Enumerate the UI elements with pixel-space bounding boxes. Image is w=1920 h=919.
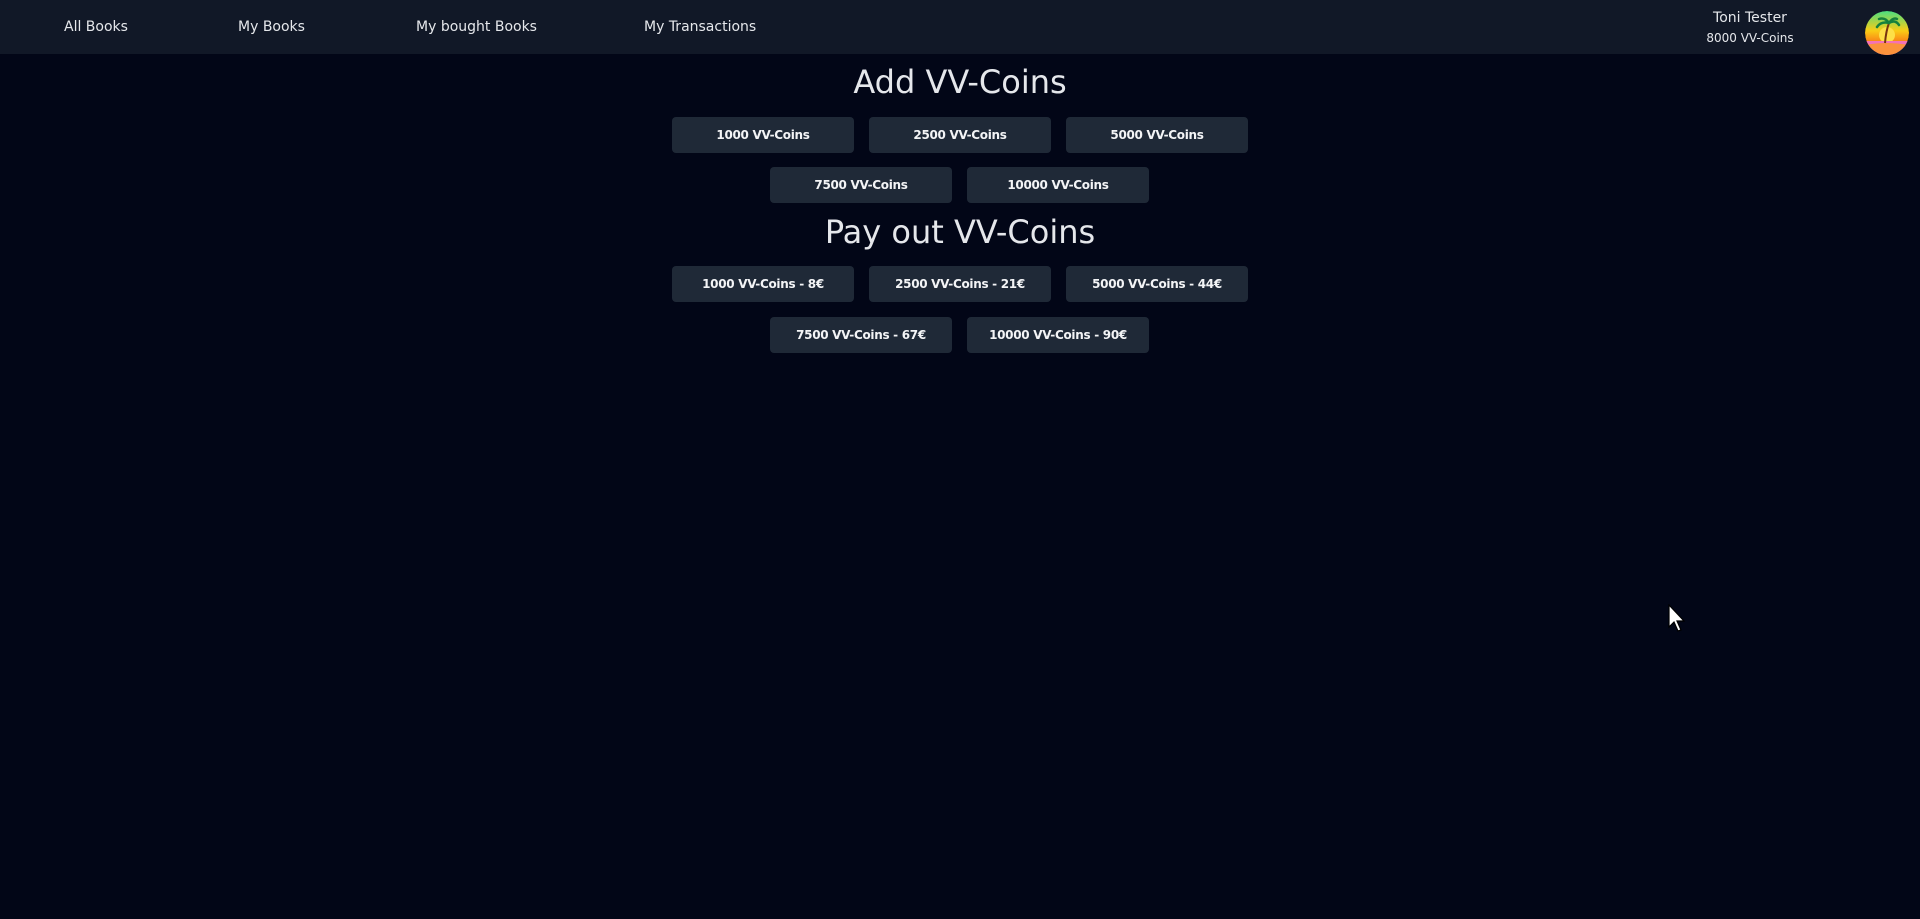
add-coins-title: Add VV-Coins (853, 63, 1067, 101)
add-1000-button[interactable]: 1000 VV-Coins (672, 117, 854, 153)
user-info: Toni Tester 8000 VV-Coins (1680, 8, 1820, 48)
user-coin-balance: 8000 VV-Coins (1706, 31, 1794, 45)
palm-beach-sunset-avatar-icon (1865, 11, 1909, 55)
nav-my-transactions[interactable]: My Transactions (644, 0, 756, 54)
payout-coins-title: Pay out VV-Coins (824, 213, 1096, 251)
avatar[interactable] (1865, 11, 1909, 55)
user-name: Toni Tester (1713, 10, 1787, 26)
mouse-pointer-icon (1668, 604, 1686, 632)
payout-5000-button[interactable]: 5000 VV-Coins - 44€ (1066, 266, 1248, 302)
add-2500-button[interactable]: 2500 VV-Coins (869, 117, 1051, 153)
add-5000-button[interactable]: 5000 VV-Coins (1066, 117, 1248, 153)
payout-10000-button[interactable]: 10000 VV-Coins - 90€ (967, 317, 1149, 353)
nav-my-bought-books[interactable]: My bought Books (416, 0, 537, 54)
top-navbar: All Books My Books My bought Books My Tr… (0, 0, 1920, 55)
add-7500-button[interactable]: 7500 VV-Coins (770, 167, 952, 203)
payout-1000-button[interactable]: 1000 VV-Coins - 8€ (672, 266, 854, 302)
add-10000-button[interactable]: 10000 VV-Coins (967, 167, 1149, 203)
payout-2500-button[interactable]: 2500 VV-Coins - 21€ (869, 266, 1051, 302)
payout-7500-button[interactable]: 7500 VV-Coins - 67€ (770, 317, 952, 353)
nav-my-books[interactable]: My Books (238, 0, 305, 54)
nav-all-books[interactable]: All Books (64, 0, 128, 54)
